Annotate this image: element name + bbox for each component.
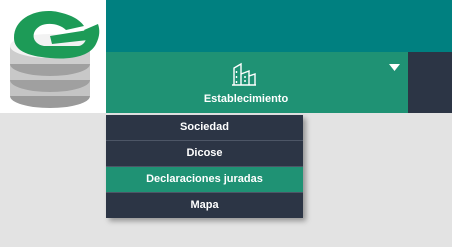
dropdown-menu: Sociedad Dicose Declaraciones juradas Ma…	[106, 115, 303, 218]
nav-side-panel	[408, 52, 452, 113]
logo[interactable]	[0, 0, 106, 113]
caret-down-icon[interactable]	[389, 64, 400, 71]
top-bar	[106, 0, 452, 52]
menu-item-declaraciones-juradas[interactable]: Declaraciones juradas	[106, 166, 303, 192]
building-icon	[232, 62, 256, 86]
nav-tab-label: Establecimiento	[203, 93, 289, 105]
menu-item-mapa[interactable]: Mapa	[106, 192, 303, 218]
nav-tab-establecimiento[interactable]: Establecimiento	[106, 52, 408, 113]
menu-item-sociedad[interactable]: Sociedad	[106, 115, 303, 140]
menu-item-dicose[interactable]: Dicose	[106, 140, 303, 166]
logo-icon	[10, 11, 100, 108]
